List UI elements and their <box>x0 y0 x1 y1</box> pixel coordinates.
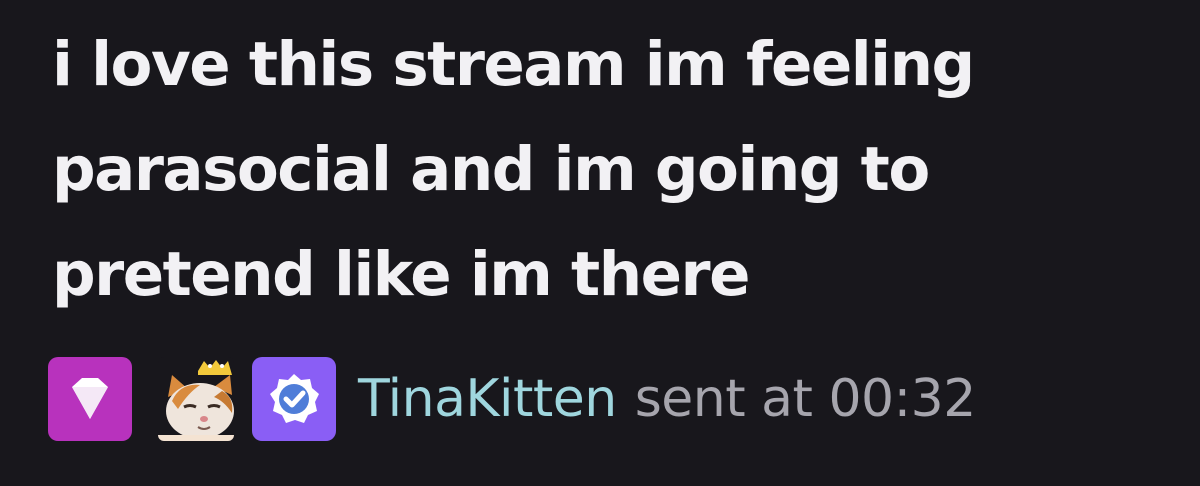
message-text: i love this stream im feeling parasocial… <box>52 29 975 310</box>
verified-check-icon <box>270 374 319 423</box>
sent-label: sent at <box>634 369 813 429</box>
cat-emote-icon <box>158 360 234 441</box>
sent-time: 00:32 <box>828 369 976 429</box>
chat-message: i love this stream im feeling parasocial… <box>0 0 1200 486</box>
verified-badge[interactable] <box>252 357 336 441</box>
cat-emote-badge[interactable] <box>158 357 234 441</box>
username[interactable]: TinaKitten <box>358 369 617 429</box>
diamond-badge[interactable] <box>48 357 132 441</box>
diamond-icon <box>72 378 108 419</box>
sent-at-label: sent at 00:32 <box>634 369 977 429</box>
message-meta-row: TinaKitten sent at 00:32 <box>48 354 976 444</box>
